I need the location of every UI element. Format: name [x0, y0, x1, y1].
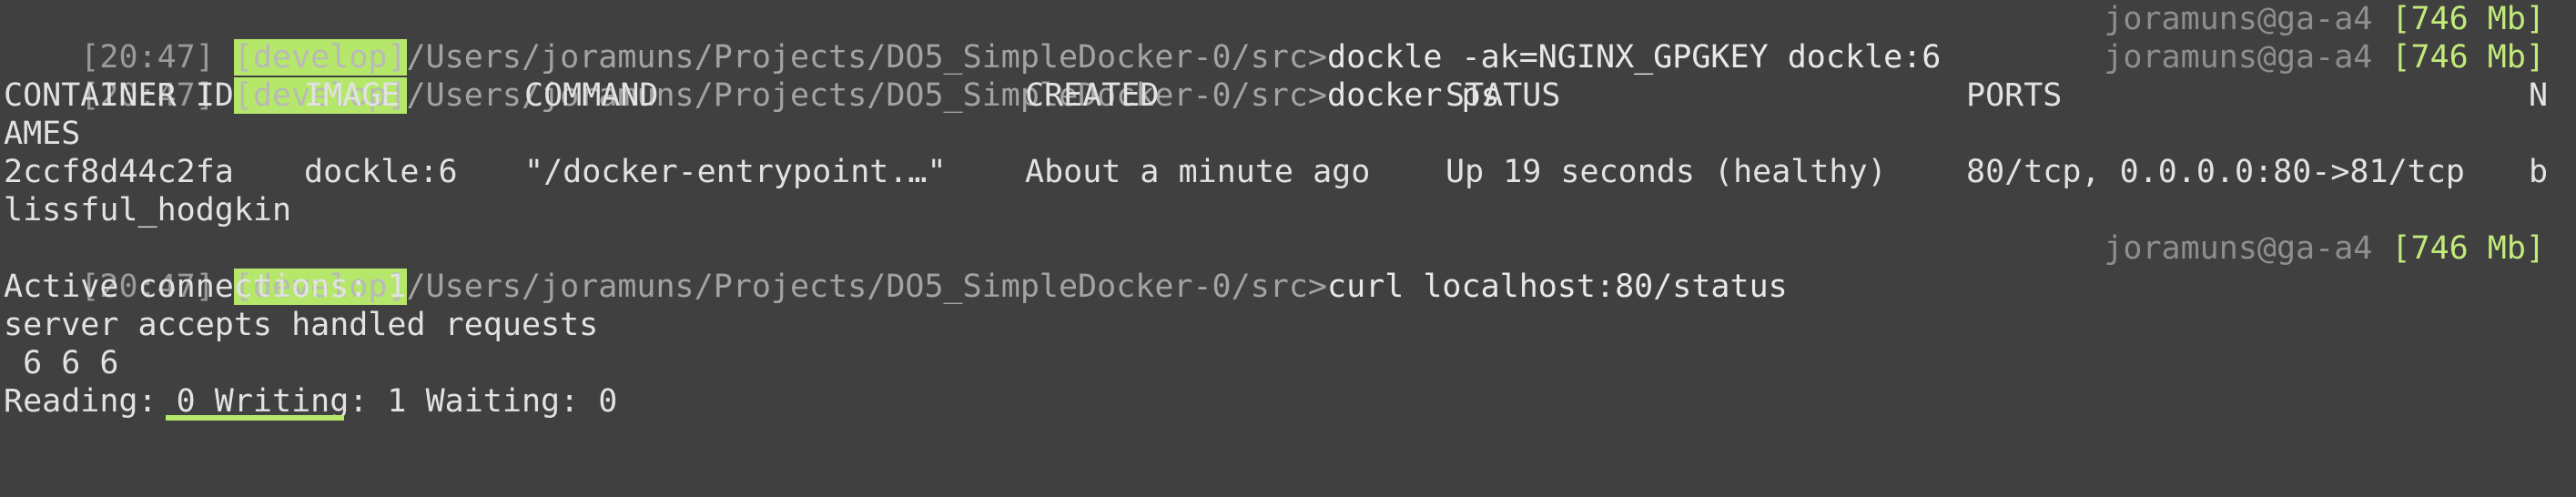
prompt-user-host: joramuns@ga-a4 [2104, 1, 2373, 37]
cell-command: "/docker-entrypoint.…" [524, 154, 947, 190]
header-container-id: CONTAINER ID [4, 77, 234, 114]
next-prompt-branch-highlight [166, 415, 344, 421]
prompt-memory: [746 Mb] [2391, 39, 2545, 76]
cell-image: dockle:6 [304, 154, 458, 190]
docker-ps-header-row: CONTAINER ID IMAGE COMMAND CREATED STATU… [4, 76, 2576, 115]
prompt-line: [20:47] [develop]/Users/joramuns/Project… [4, 229, 2576, 305]
prompt-user-host: joramuns@ga-a4 [2104, 230, 2373, 267]
header-ports: PORTS [1966, 77, 2063, 114]
prompt-right: joramuns@ga-a4 [746 Mb] [2104, 0, 2545, 38]
terminal-window[interactable]: [20:47] [develop]/Users/joramuns/Project… [0, 0, 2576, 421]
prompt-right: joramuns@ga-a4 [746 Mb] [2104, 229, 2545, 268]
prompt-right: joramuns@ga-a4 [746 Mb] [2104, 38, 2545, 76]
curl-output-line: 6 6 6 [4, 345, 119, 381]
header-command: COMMAND [524, 77, 659, 114]
cell-created: About a minute ago [1025, 154, 1371, 190]
prompt-user-host: joramuns@ga-a4 [2104, 39, 2373, 76]
docker-ps-header-wrap: AMES [4, 116, 81, 152]
header-names: N [2529, 77, 2549, 114]
cell-ports: 80/tcp, 0.0.0.0:80->81/tcp [1966, 154, 2465, 190]
prompt-line: [20:47] [develop]/Users/joramuns/Project… [4, 38, 2576, 114]
prompt-line: [20:47] [develop]/Users/joramuns/Project… [4, 0, 2576, 76]
docker-ps-row-wrap: lissful_hodgkin [4, 192, 292, 228]
header-status: STATUS [1445, 77, 1561, 114]
cell-container-id: 2ccf8d44c2fa [4, 154, 234, 190]
header-created: CREATED [1025, 77, 1160, 114]
prompt-memory: [746 Mb] [2391, 230, 2545, 267]
curl-output-line: Reading: 0 Writing: 1 Waiting: 0 [4, 383, 618, 420]
cell-status: Up 19 seconds (healthy) [1445, 154, 1887, 190]
header-image: IMAGE [304, 77, 401, 114]
curl-output-line: server accepts handled requests [4, 307, 599, 343]
cell-names: b [2529, 154, 2549, 190]
prompt-memory: [746 Mb] [2391, 1, 2545, 37]
curl-output-line: Active connections: 1 [4, 269, 407, 305]
docker-ps-row: 2ccf8d44c2fa dockle:6 "/docker-entrypoin… [4, 153, 2576, 191]
